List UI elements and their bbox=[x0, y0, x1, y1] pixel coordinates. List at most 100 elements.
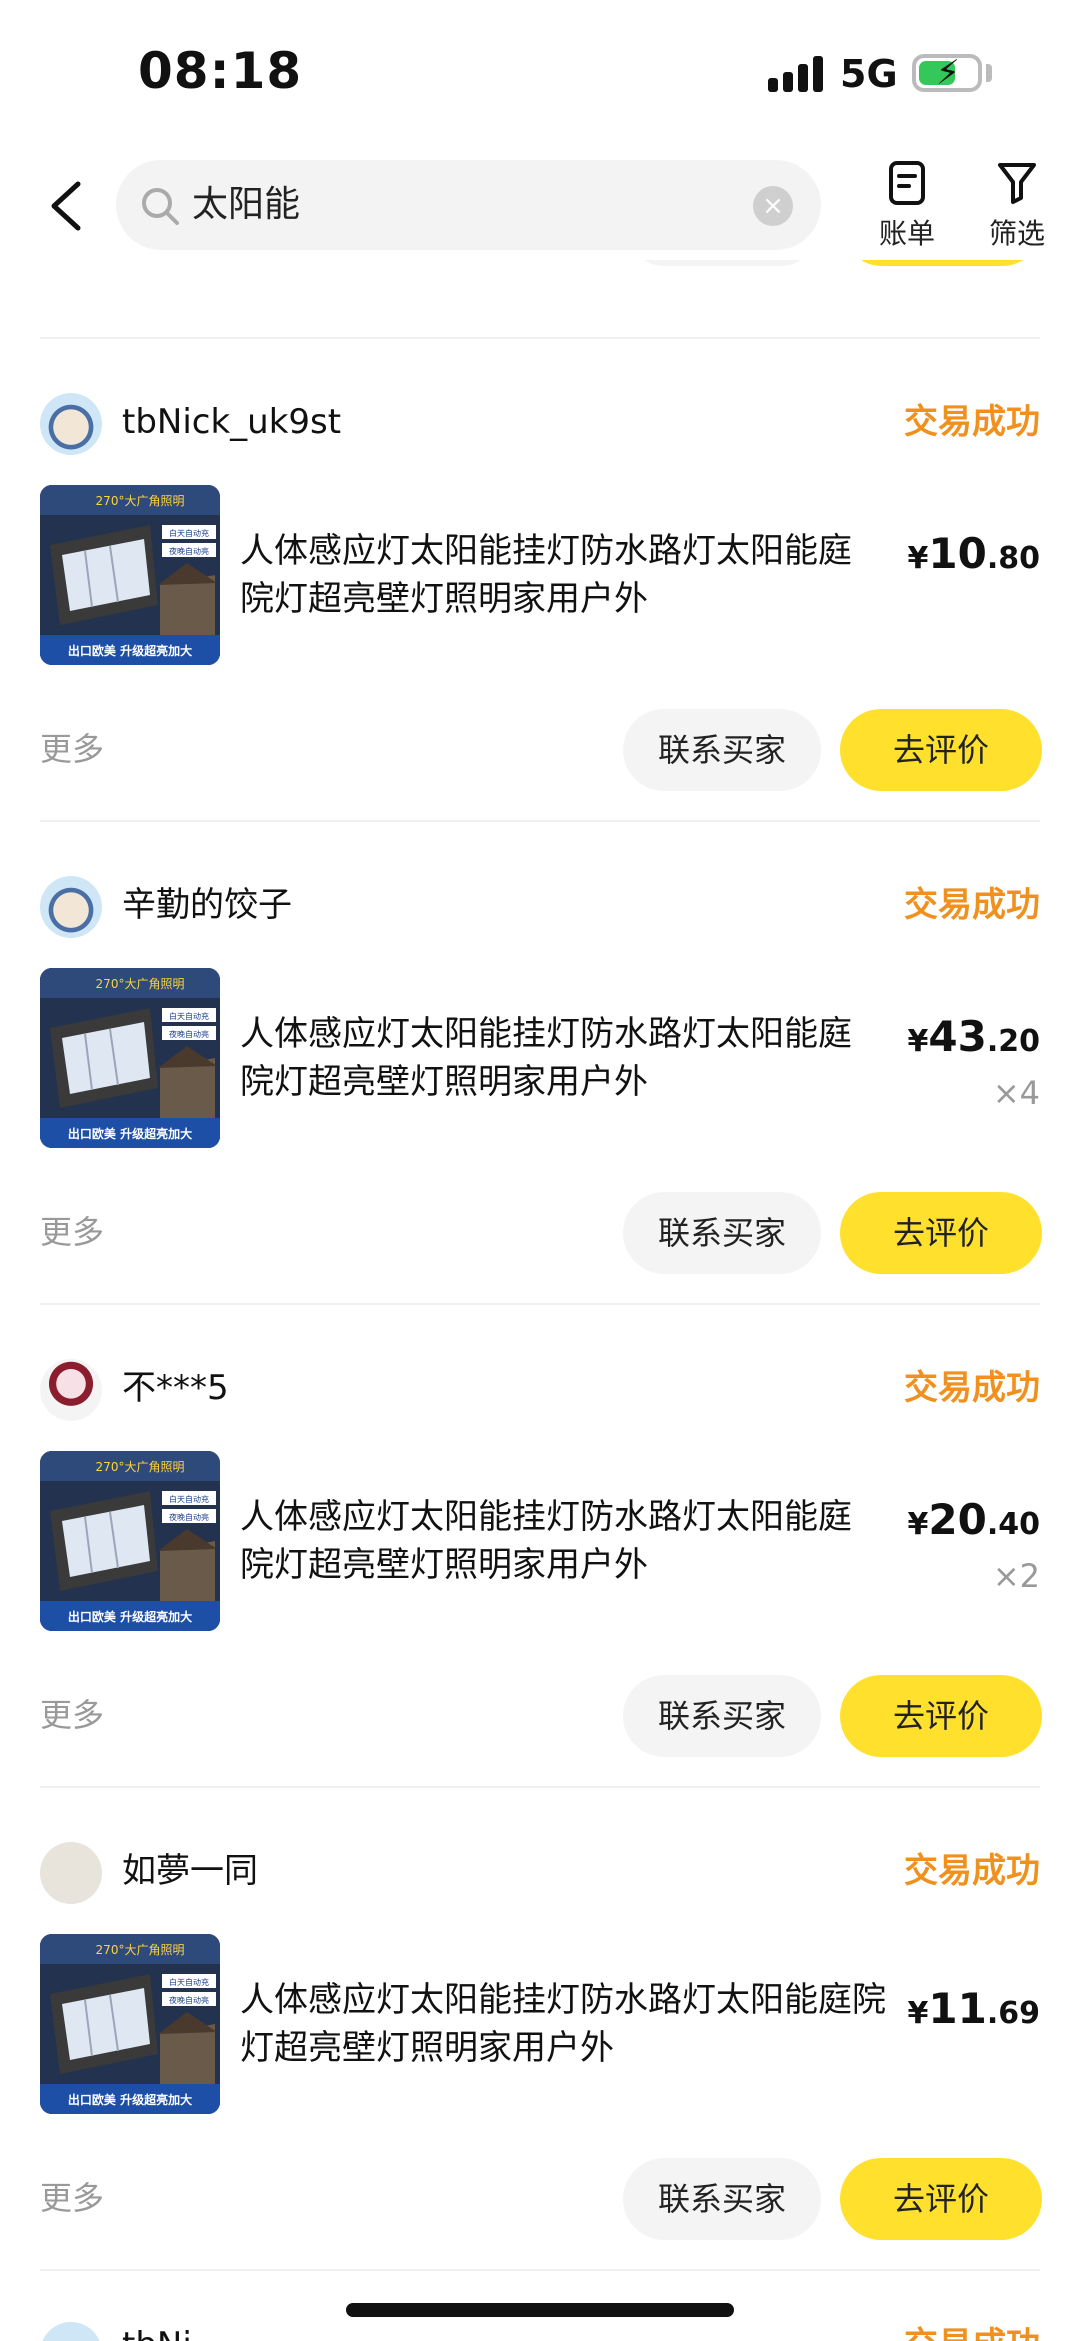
search-header: 太阳能 × 账单 筛选 bbox=[0, 150, 1080, 260]
product-title-line: 院灯超亮壁灯照明家用户外 bbox=[240, 1062, 648, 1102]
order-card[interactable]: 辛勤的饺子 交易成功 270°大广角照明 白天自动充 夜晚自动亮 出口欧美 升级… bbox=[0, 822, 1080, 1305]
currency-symbol: ¥ bbox=[907, 1024, 929, 1059]
review-button[interactable]: 去评价 bbox=[840, 709, 1042, 791]
solar-lamp-image: 270°大广角照明 白天自动充 夜晚自动亮 出口欧美 升级超亮加大 bbox=[40, 968, 220, 1148]
clear-search-button[interactable]: × bbox=[753, 186, 793, 226]
order-status: 交易成功 bbox=[904, 1851, 1040, 1891]
receipt-icon bbox=[889, 161, 925, 205]
cellular-signal-icon bbox=[768, 56, 826, 92]
buyer-name[interactable]: 如夢一同 bbox=[122, 1846, 258, 1896]
product-title-line: 人体感应灯太阳能挂灯防水路灯太阳能庭 bbox=[240, 1014, 852, 1054]
svg-text:夜晚自动亮: 夜晚自动亮 bbox=[169, 1995, 209, 2005]
buyer-name[interactable]: 辛勤的饺子 bbox=[122, 880, 292, 930]
contact-buyer-button[interactable]: 联系买家 bbox=[623, 709, 821, 791]
battery-cap bbox=[986, 64, 992, 82]
charging-bolt-icon: ⚡ bbox=[936, 53, 960, 93]
order-card[interactable]: 如夢一同 交易成功 270°大广角照明 白天自动充 夜晚自动亮 出口欧美 升级超… bbox=[0, 1788, 1080, 2271]
quantity: ×4 bbox=[992, 1074, 1040, 1112]
svg-text:白天自动充: 白天自动充 bbox=[169, 1494, 209, 1504]
svg-text:出口欧美 升级超亮加大: 出口欧美 升级超亮加大 bbox=[68, 1126, 192, 1141]
avatar[interactable] bbox=[40, 876, 102, 938]
currency-symbol: ¥ bbox=[907, 541, 929, 576]
svg-text:270°大广角照明: 270°大广角照明 bbox=[96, 1460, 185, 1474]
order-price: ¥10.80 bbox=[908, 529, 1040, 578]
order-price: ¥11.69 bbox=[908, 1984, 1040, 2033]
clock: 08:18 bbox=[138, 42, 303, 100]
back-button[interactable] bbox=[40, 166, 100, 246]
product-title-line: 灯超亮壁灯照明家用户外 bbox=[240, 2028, 614, 2068]
buyer-name[interactable]: 不***5 bbox=[122, 1363, 229, 1413]
contact-buyer-button[interactable]: 联系买家 bbox=[623, 1675, 821, 1757]
battery-icon: ⚡ bbox=[912, 54, 982, 92]
contact-buyer-button[interactable]: 联系买家 bbox=[623, 1192, 821, 1274]
contact-buyer-button[interactable]: 联系买家 bbox=[623, 2158, 821, 2240]
status-bar: 08:18 5G ⚡ bbox=[0, 0, 1080, 150]
review-button[interactable]: 去评价 bbox=[840, 2158, 1042, 2240]
svg-text:白天自动充: 白天自动充 bbox=[169, 528, 209, 538]
review-button[interactable]: 去评价 bbox=[840, 1192, 1042, 1274]
order-list-screen: 08:18 5G ⚡ 更多 联系买家 查看评价 bbox=[0, 0, 1080, 2341]
solar-lamp-image: 270°大广角照明 白天自动充 夜晚自动亮 出口欧美 升级超亮加大 bbox=[40, 1451, 220, 1631]
close-icon: × bbox=[762, 191, 784, 221]
more-link[interactable]: 更多 bbox=[40, 729, 104, 769]
price-decimal: .80 bbox=[986, 541, 1040, 576]
more-link[interactable]: 更多 bbox=[40, 1695, 104, 1735]
home-indicator[interactable] bbox=[346, 2303, 734, 2317]
more-link[interactable]: 更多 bbox=[40, 1212, 104, 1252]
order-price: ¥20.40 bbox=[908, 1495, 1040, 1544]
product-title[interactable]: 人体感应灯太阳能挂灯防水路灯太阳能庭 院灯超亮壁灯照明家用户外 bbox=[240, 527, 880, 623]
solar-lamp-image: 270°大广角照明 白天自动充 夜晚自动亮 出口欧美 升级超亮加大 bbox=[40, 485, 220, 665]
funnel-icon bbox=[998, 163, 1036, 204]
buyer-name[interactable]: tbNi... bbox=[122, 2320, 224, 2341]
quantity: ×2 bbox=[992, 1557, 1040, 1595]
currency-symbol: ¥ bbox=[907, 1507, 929, 1542]
avatar[interactable] bbox=[40, 2322, 102, 2341]
network-type: 5G bbox=[840, 52, 898, 96]
svg-text:夜晚自动亮: 夜晚自动亮 bbox=[169, 1512, 209, 1522]
order-status: 交易成功 bbox=[904, 402, 1040, 442]
svg-text:270°大广角照明: 270°大广角照明 bbox=[96, 494, 185, 508]
product-thumbnail[interactable]: 270°大广角照明 白天自动充 夜晚自动亮 出口欧美 升级超亮加大 bbox=[40, 1934, 220, 2114]
buyer-name[interactable]: tbNick_uk9st bbox=[122, 397, 341, 447]
svg-text:出口欧美 升级超亮加大: 出口欧美 升级超亮加大 bbox=[68, 2092, 192, 2107]
avatar[interactable] bbox=[40, 1359, 102, 1421]
svg-text:出口欧美 升级超亮加大: 出口欧美 升级超亮加大 bbox=[68, 643, 192, 658]
price-integer: 43 bbox=[928, 1012, 987, 1061]
product-title[interactable]: 人体感应灯太阳能挂灯防水路灯太阳能庭 院灯超亮壁灯照明家用户外 bbox=[240, 1010, 880, 1106]
avatar[interactable] bbox=[40, 393, 102, 455]
product-title[interactable]: 人体感应灯太阳能挂灯防水路灯太阳能庭院 灯超亮壁灯照明家用户外 bbox=[240, 1976, 920, 2072]
product-title[interactable]: 人体感应灯太阳能挂灯防水路灯太阳能庭 院灯超亮壁灯照明家用户外 bbox=[240, 1493, 880, 1589]
order-card[interactable]: tbNick_uk9st 交易成功 270°大广角照明 白天自动充 夜晚自动亮 … bbox=[0, 339, 1080, 822]
bill-label: 账单 bbox=[878, 217, 935, 250]
svg-text:270°大广角照明: 270°大广角照明 bbox=[96, 1943, 185, 1957]
svg-text:夜晚自动亮: 夜晚自动亮 bbox=[169, 1029, 209, 1039]
filter-label: 筛选 bbox=[988, 217, 1045, 250]
chevron-left-icon bbox=[51, 181, 81, 231]
product-thumbnail[interactable]: 270°大广角照明 白天自动充 夜晚自动亮 出口欧美 升级超亮加大 bbox=[40, 968, 220, 1148]
order-card[interactable]: 不***5 交易成功 270°大广角照明 白天自动充 夜晚自动亮 出口欧美 升级… bbox=[0, 1305, 1080, 1788]
svg-text:270°大广角照明: 270°大广角照明 bbox=[96, 977, 185, 991]
price-integer: 11 bbox=[928, 1984, 987, 2033]
bill-button[interactable]: 账单 bbox=[862, 158, 952, 258]
more-link[interactable]: 更多 bbox=[40, 2178, 104, 2218]
product-thumbnail[interactable]: 270°大广角照明 白天自动充 夜晚自动亮 出口欧美 升级超亮加大 bbox=[40, 1451, 220, 1631]
price-decimal: .20 bbox=[986, 1024, 1040, 1059]
price-decimal: .40 bbox=[986, 1507, 1040, 1542]
filter-button[interactable]: 筛选 bbox=[972, 158, 1062, 258]
order-price: ¥43.20 bbox=[908, 1012, 1040, 1061]
price-integer: 20 bbox=[928, 1495, 987, 1544]
order-status: 交易成功 bbox=[904, 1368, 1040, 1408]
review-button[interactable]: 去评价 bbox=[840, 1675, 1042, 1757]
solar-lamp-image: 270°大广角照明 白天自动充 夜晚自动亮 出口欧美 升级超亮加大 bbox=[40, 1934, 220, 2114]
avatar[interactable] bbox=[40, 1842, 102, 1904]
search-input[interactable]: 太阳能 × bbox=[116, 160, 821, 250]
product-title-line: 院灯超亮壁灯照明家用户外 bbox=[240, 1545, 648, 1585]
product-title-line: 人体感应灯太阳能挂灯防水路灯太阳能庭 bbox=[240, 531, 852, 571]
svg-text:白天自动充: 白天自动充 bbox=[169, 1977, 209, 1987]
order-status: 交易成功 bbox=[904, 2320, 1040, 2341]
svg-text:出口欧美 升级超亮加大: 出口欧美 升级超亮加大 bbox=[68, 1609, 192, 1624]
product-title-line: 人体感应灯太阳能挂灯防水路灯太阳能庭院 bbox=[240, 1980, 886, 2020]
price-decimal: .69 bbox=[986, 1996, 1040, 2031]
svg-text:白天自动充: 白天自动充 bbox=[169, 1011, 209, 1021]
product-thumbnail[interactable]: 270°大广角照明 白天自动充 夜晚自动亮 出口欧美 升级超亮加大 bbox=[40, 485, 220, 665]
